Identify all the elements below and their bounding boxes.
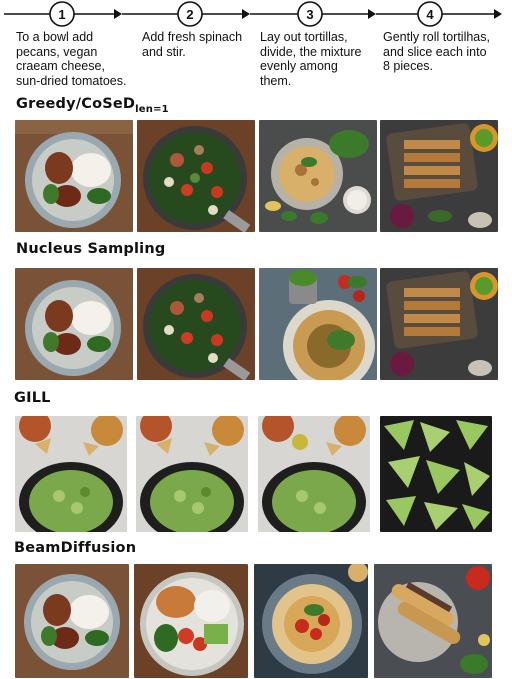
image-gill-step4 bbox=[380, 416, 492, 532]
image-beam-step2 bbox=[134, 564, 248, 678]
step-number-2: 2 bbox=[186, 7, 193, 22]
image-gill-step2 bbox=[136, 416, 248, 532]
image-greedy-step2 bbox=[137, 120, 255, 232]
section-title-beamdiffusion: BeamDiffusion bbox=[14, 540, 137, 556]
section-title-greedy: Greedy/CoSeDlen=1 bbox=[16, 96, 169, 115]
step-number-4: 4 bbox=[426, 7, 434, 22]
section-subscript: len=1 bbox=[135, 104, 169, 115]
step-number-1: 1 bbox=[58, 7, 65, 22]
step-number-3: 3 bbox=[306, 7, 313, 22]
step-text-1: To a bowl add pecans, vegan craeam chees… bbox=[16, 30, 127, 88]
image-greedy-step4 bbox=[380, 120, 498, 232]
step-timeline: 1 2 3 4 bbox=[0, 0, 512, 30]
image-greedy-step1 bbox=[15, 120, 133, 232]
image-gill-step3 bbox=[258, 416, 370, 532]
section-title-gill: GILL bbox=[14, 390, 51, 406]
image-greedy-step3 bbox=[259, 120, 377, 232]
step-text-4: Gently roll tortilhas, and slice each in… bbox=[383, 30, 490, 73]
image-nucleus-step1 bbox=[15, 268, 133, 380]
step-text-3: Lay out tortillas, divide, the mixture e… bbox=[260, 30, 362, 88]
image-beam-step4 bbox=[374, 564, 492, 678]
image-beam-step1 bbox=[15, 564, 129, 678]
image-beam-step3 bbox=[254, 564, 368, 678]
section-title-nucleus: Nucleus Sampling bbox=[16, 241, 166, 257]
image-nucleus-step4 bbox=[380, 268, 498, 380]
step-text-2: Add fresh spinach and stir. bbox=[142, 30, 243, 59]
image-nucleus-step3 bbox=[259, 268, 377, 380]
image-nucleus-step2 bbox=[137, 268, 255, 380]
image-gill-step1 bbox=[15, 416, 127, 532]
